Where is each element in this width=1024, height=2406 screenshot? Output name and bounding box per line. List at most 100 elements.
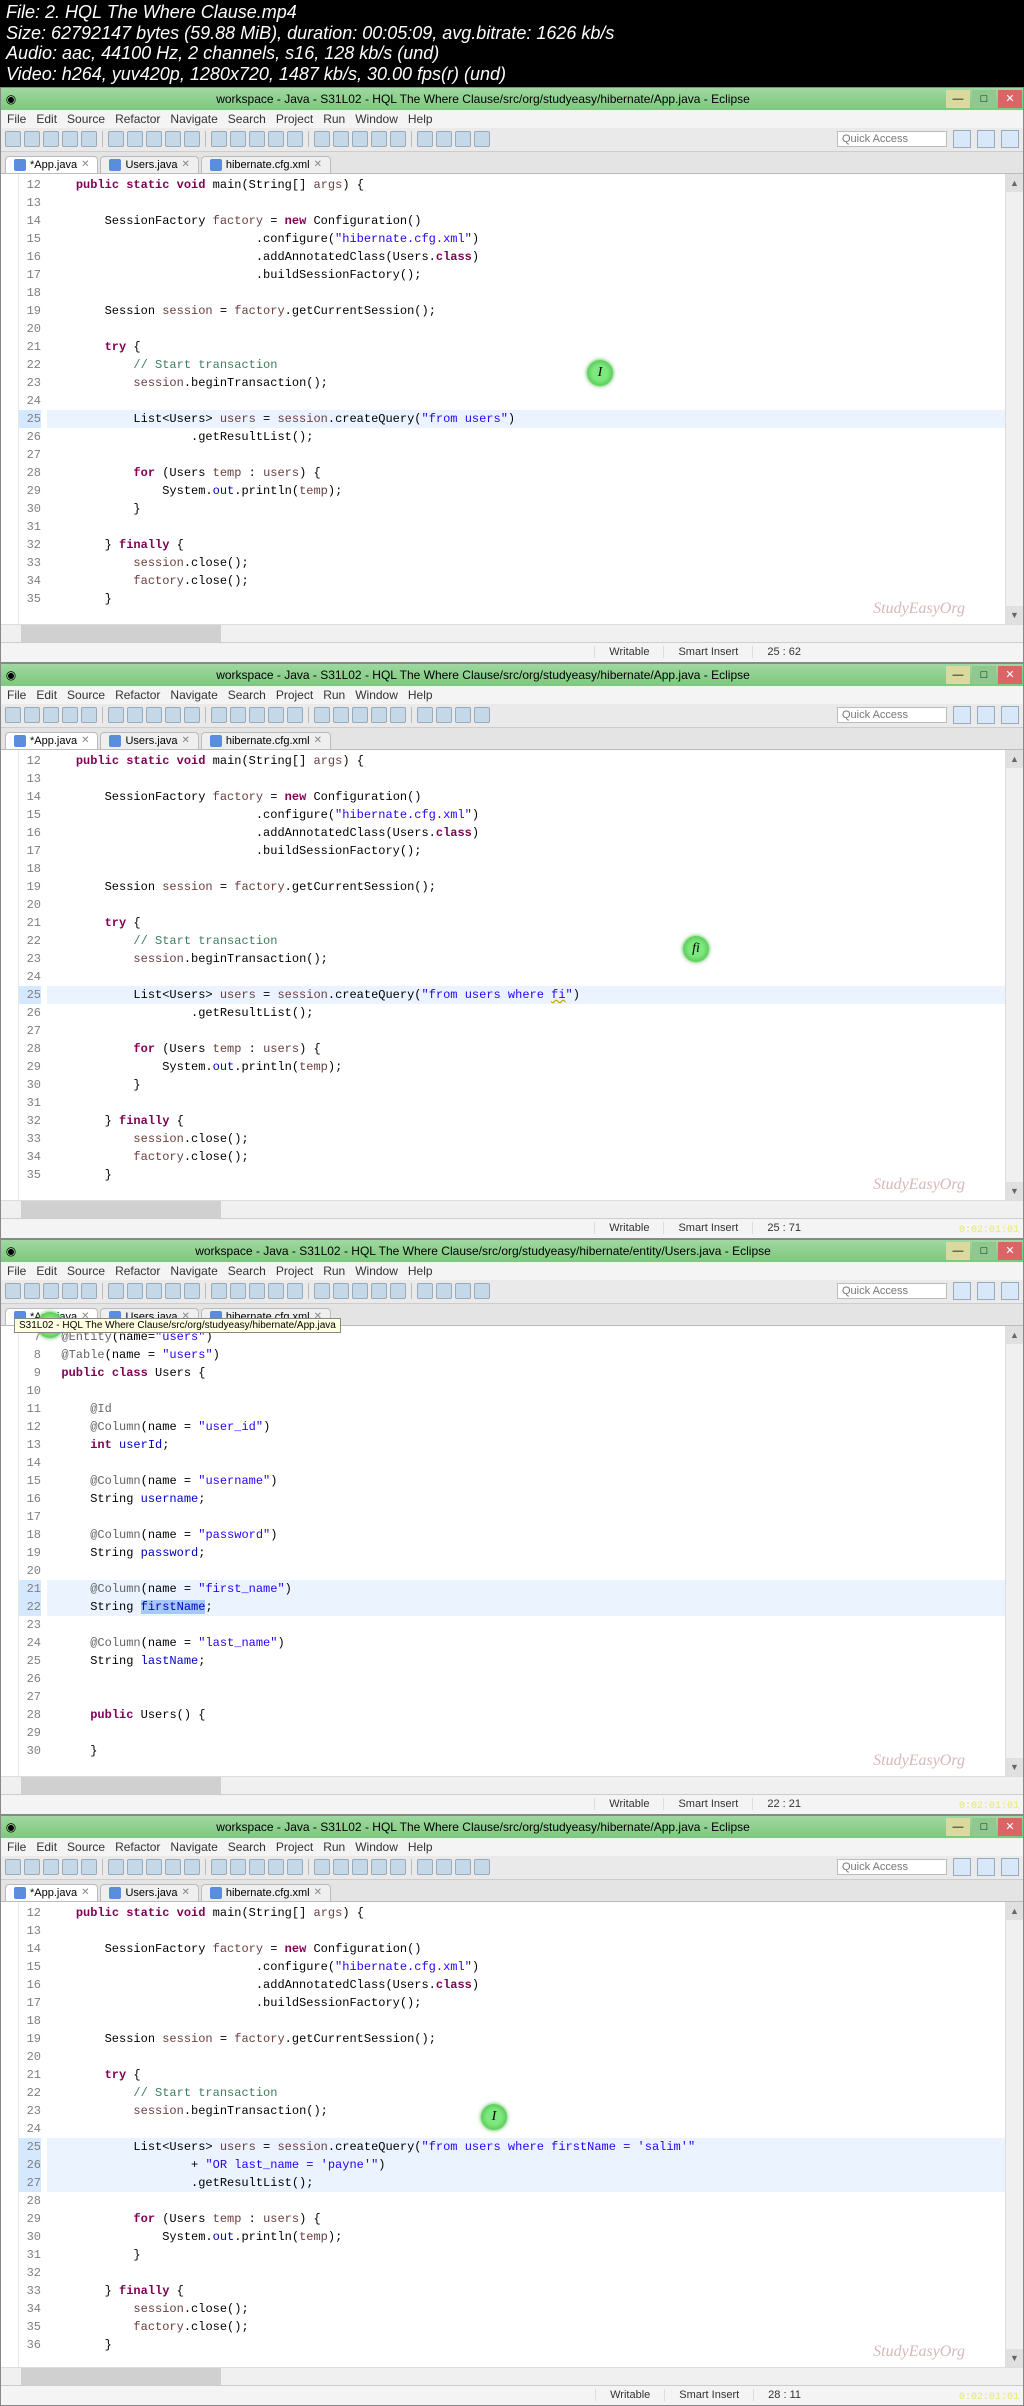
menu-search[interactable]: Search [228,688,266,702]
code-line[interactable] [47,1922,1005,1940]
code-area[interactable]: public static void main(String[] args) {… [47,1902,1005,2367]
toolbar-icon[interactable] [43,1859,59,1875]
toolbar-icon[interactable] [146,131,162,147]
code-area[interactable]: @Entity(name="users") @Table(name = "use… [47,1326,1005,1776]
tab-close-icon[interactable]: ✕ [81,1887,89,1898]
toolbar-icon[interactable] [5,1859,21,1875]
close-button[interactable]: ✕ [998,1818,1022,1836]
maximize-button[interactable]: □ [972,1818,996,1836]
code-line[interactable]: for (Users temp : users) { [47,2210,1005,2228]
quick-access-input[interactable]: Quick Access [837,707,947,723]
menu-source[interactable]: Source [67,688,105,702]
code-line[interactable]: public static void main(String[] args) { [47,1904,1005,1922]
menu-run[interactable]: Run [323,112,345,126]
code-editor[interactable]: 1213141516171819202122232425262728293031… [1,750,1023,1200]
code-line[interactable]: .getResultList(); [47,428,1005,446]
toolbar-icon[interactable] [127,1859,143,1875]
toolbar-icon[interactable] [287,131,303,147]
menu-help[interactable]: Help [408,1264,433,1278]
toolbar-icon[interactable] [127,1283,143,1299]
title-bar[interactable]: ◉ workspace - Java - S31L02 - HQL The Wh… [1,664,1023,686]
code-line[interactable]: + "OR last_name = 'payne'") [47,2156,1005,2174]
toolbar-icon[interactable] [436,707,452,723]
toolbar-icon[interactable] [352,1283,368,1299]
code-line[interactable]: String password; [47,1544,1005,1562]
vertical-scrollbar[interactable]: ▲▼ [1005,1902,1023,2367]
code-line[interactable]: } [47,2336,1005,2354]
perspective-button[interactable] [1001,130,1019,148]
code-line[interactable]: @Column(name = "username") [47,1472,1005,1490]
toolbar-icon[interactable] [417,1859,433,1875]
perspective-button[interactable] [953,1858,971,1876]
code-line[interactable] [47,518,1005,536]
toolbar-icon[interactable] [146,1859,162,1875]
menu-file[interactable]: File [7,688,26,702]
horizontal-scrollbar[interactable] [1,624,1023,642]
menu-project[interactable]: Project [276,688,313,702]
close-button[interactable]: ✕ [998,90,1022,108]
toolbar-icon[interactable] [474,131,490,147]
menu-run[interactable]: Run [323,688,345,702]
title-bar[interactable]: ◉ workspace - Java - S31L02 - HQL The Wh… [1,88,1023,110]
code-line[interactable]: Session session = factory.getCurrentSess… [47,2030,1005,2048]
minimize-button[interactable]: — [946,90,970,108]
toolbar-icon[interactable] [43,1283,59,1299]
code-line[interactable]: System.out.println(temp); [47,1058,1005,1076]
perspective-button[interactable] [953,130,971,148]
tab-close-icon[interactable]: ✕ [314,159,322,170]
code-line[interactable]: .buildSessionFactory(); [47,1994,1005,2012]
code-line[interactable] [47,2264,1005,2282]
toolbar-icon[interactable] [371,131,387,147]
tab-close-icon[interactable]: ✕ [181,1887,189,1898]
code-line[interactable] [47,194,1005,212]
code-line[interactable]: session.beginTransaction(); [47,2102,1005,2120]
toolbar-icon[interactable] [24,707,40,723]
toolbar-icon[interactable] [352,1859,368,1875]
toolbar-icon[interactable] [211,131,227,147]
code-line[interactable]: public static void main(String[] args) { [47,176,1005,194]
maximize-button[interactable]: □ [972,90,996,108]
code-line[interactable]: .addAnnotatedClass(Users.class) [47,824,1005,842]
code-line[interactable] [47,2192,1005,2210]
toolbar-icon[interactable] [390,1859,406,1875]
code-area[interactable]: public static void main(String[] args) {… [47,174,1005,624]
menu-refactor[interactable]: Refactor [115,688,160,702]
toolbar-icon[interactable] [371,1859,387,1875]
code-line[interactable]: @Column(name = "password") [47,1526,1005,1544]
toolbar-icon[interactable] [436,131,452,147]
menu-navigate[interactable]: Navigate [170,112,217,126]
toolbar-icon[interactable] [184,1859,200,1875]
code-line[interactable] [47,1094,1005,1112]
toolbar-icon[interactable] [108,707,124,723]
tab-close-icon[interactable]: ✕ [314,1887,322,1898]
code-line[interactable] [47,1688,1005,1706]
code-line[interactable]: } finally { [47,1112,1005,1130]
code-line[interactable]: try { [47,914,1005,932]
toolbar-icon[interactable] [352,707,368,723]
vertical-scrollbar[interactable]: ▲▼ [1005,750,1023,1200]
code-area[interactable]: public static void main(String[] args) {… [47,750,1005,1200]
perspective-button[interactable] [953,1282,971,1300]
tab-close-icon[interactable]: ✕ [81,735,89,746]
toolbar-icon[interactable] [184,1283,200,1299]
toolbar-icon[interactable] [455,1859,471,1875]
menu-refactor[interactable]: Refactor [115,1264,160,1278]
code-editor[interactable]: 7891011121314151617181920212223242526272… [1,1326,1023,1776]
code-line[interactable]: for (Users temp : users) { [47,1040,1005,1058]
toolbar-icon[interactable] [474,1283,490,1299]
close-button[interactable]: ✕ [998,1242,1022,1260]
menu-project[interactable]: Project [276,112,313,126]
menu-window[interactable]: Window [355,112,398,126]
perspective-button[interactable] [977,1282,995,1300]
menu-source[interactable]: Source [67,1264,105,1278]
menu-file[interactable]: File [7,1840,26,1854]
code-line[interactable]: for (Users temp : users) { [47,464,1005,482]
code-line[interactable]: Session session = factory.getCurrentSess… [47,878,1005,896]
code-line[interactable]: session.beginTransaction(); [47,950,1005,968]
toolbar-icon[interactable] [146,707,162,723]
toolbar-icon[interactable] [81,707,97,723]
toolbar-icon[interactable] [314,1859,330,1875]
menu-search[interactable]: Search [228,112,266,126]
menu-file[interactable]: File [7,1264,26,1278]
code-line[interactable] [47,284,1005,302]
